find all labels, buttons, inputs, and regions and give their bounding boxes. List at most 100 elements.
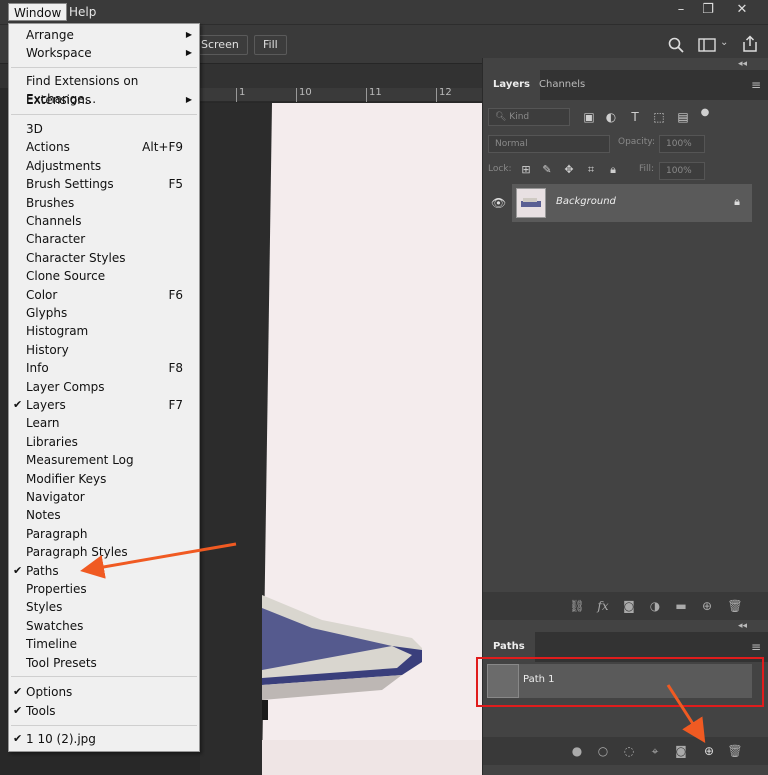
group-folder-icon[interactable]: ▬ (673, 598, 689, 614)
trash-icon[interactable]: 🗑︎ (727, 743, 743, 759)
load-selection-icon[interactable]: ◌ (621, 743, 637, 759)
menu-item-find-extensions[interactable]: Find Extensions on Exchange... (9, 72, 199, 106)
menu-item-color[interactable]: Color F6 (9, 286, 199, 304)
blend-mode-select[interactable]: Normal (488, 135, 610, 153)
panel-menu-icon[interactable]: ≡ (751, 78, 761, 92)
type-filter-icon[interactable]: T (627, 109, 643, 125)
workspace-icon[interactable] (698, 38, 716, 52)
lock-artboard-icon[interactable]: ⌗ (583, 162, 599, 178)
menu-item-adjustments[interactable]: Adjustments (9, 157, 199, 175)
adjustment-layer-icon[interactable]: ◑ (647, 598, 663, 614)
layer-thumbnail (516, 188, 546, 218)
menu-item-paths[interactable]: ✔ Paths (9, 562, 199, 580)
menu-item-open-document[interactable]: ✔ 1 10 (2).jpg (9, 730, 199, 748)
lock-position-icon[interactable]: ✥ (561, 162, 577, 178)
layer-name: Background (556, 196, 616, 207)
kind-filter-dropdown[interactable]: 🔍︎ Kind (488, 108, 570, 126)
adjustment-filter-icon[interactable]: ◐ (603, 109, 619, 125)
lock-transparent-icon[interactable]: ⊞ (518, 162, 534, 178)
fill-path-icon[interactable]: ● (569, 743, 585, 759)
share-icon[interactable] (742, 35, 758, 53)
submenu-arrow-icon: ▶ (185, 30, 192, 39)
screen-button[interactable]: Screen (192, 35, 248, 55)
panel-menu-icon[interactable]: ≡ (751, 640, 761, 654)
menu-item-character[interactable]: Character (9, 230, 199, 248)
restore-button[interactable]: ❐ (694, 0, 722, 20)
menu-item-label: Arrange (26, 28, 74, 42)
menu-item-info[interactable]: Info F8 (9, 359, 199, 377)
collapse-panel-icon[interactable]: ◂◂ (738, 621, 747, 631)
menu-item-label: Glyphs (26, 306, 68, 320)
add-mask-icon[interactable]: ◙ (673, 743, 689, 759)
make-work-path-icon[interactable]: ⌖ (647, 743, 663, 759)
visibility-eye-icon[interactable]: 👁︎ (491, 196, 506, 210)
opacity-input[interactable]: 100% (659, 135, 705, 153)
menu-item-3d[interactable]: 3D (9, 120, 199, 138)
menu-item-label: Learn (26, 416, 60, 430)
menu-item-paragraph-styles[interactable]: Paragraph Styles (9, 543, 199, 561)
menu-separator (11, 676, 197, 677)
lock-image-icon[interactable]: ✎ (539, 162, 555, 178)
menu-item-layers[interactable]: ✔ Layers F7 (9, 396, 199, 414)
menu-item-learn[interactable]: Learn (9, 414, 199, 432)
shape-filter-icon[interactable]: ⬚ (651, 109, 667, 125)
menu-item-extensions[interactable]: Extensions ▶ (9, 91, 199, 109)
stroke-path-icon[interactable]: ○ (595, 743, 611, 759)
menu-item-libraries[interactable]: Libraries (9, 433, 199, 451)
menu-item-histogram[interactable]: Histogram (9, 322, 199, 340)
collapse-panel-icon[interactable]: ◂◂ (738, 59, 747, 69)
menu-item-swatches[interactable]: Swatches (9, 617, 199, 635)
menu-item-styles[interactable]: Styles (9, 598, 199, 616)
menu-item-label: Measurement Log (26, 453, 134, 467)
menu-item-brush-settings[interactable]: Brush Settings F5 (9, 175, 199, 193)
menu-item-timeline[interactable]: Timeline (9, 635, 199, 653)
smart-object-filter-icon[interactable]: ▤ (675, 109, 691, 125)
menu-item-history[interactable]: History (9, 341, 199, 359)
trash-icon[interactable]: 🗑︎ (727, 598, 743, 614)
menu-item-label: Layers (26, 398, 66, 412)
lock-all-icon[interactable]: 🔒︎ (605, 162, 621, 178)
add-mask-icon[interactable]: ◙ (621, 598, 637, 614)
minimize-button[interactable]: – (667, 0, 695, 20)
menu-window[interactable]: Window (8, 3, 68, 21)
menu-item-arrange[interactable]: Arrange ▶ (9, 26, 199, 44)
new-layer-icon[interactable]: ⊕ (699, 598, 715, 614)
menu-item-label: Paragraph (26, 527, 88, 541)
menu-help[interactable]: Help (64, 3, 101, 21)
fx-icon[interactable]: fx (595, 598, 611, 614)
chevron-down-icon[interactable]: ⌄ (720, 37, 728, 48)
menu-item-actions[interactable]: Actions Alt+F9 (9, 138, 199, 156)
menu-item-character-styles[interactable]: Character Styles (9, 249, 199, 267)
image-filter-icon[interactable]: ▣ (581, 109, 597, 125)
menu-item-brushes[interactable]: Brushes (9, 194, 199, 212)
submenu-arrow-icon: ▶ (185, 48, 192, 57)
menu-item-properties[interactable]: Properties (9, 580, 199, 598)
menu-item-tool-presets[interactable]: Tool Presets (9, 654, 199, 672)
menu-item-layer-comps[interactable]: Layer Comps (9, 378, 199, 396)
menu-item-paragraph[interactable]: Paragraph (9, 525, 199, 543)
tab-channels[interactable]: Channels (529, 70, 595, 100)
menu-item-workspace[interactable]: Workspace ▶ (9, 44, 199, 62)
menu-item-notes[interactable]: Notes (9, 506, 199, 524)
menu-item-tools[interactable]: ✔ Tools (9, 702, 199, 720)
fill-input[interactable]: 100% (659, 162, 705, 180)
menu-item-options[interactable]: ✔ Options (9, 683, 199, 701)
menu-item-modifier-keys[interactable]: Modifier Keys (9, 470, 199, 488)
opacity-label: Opacity: (618, 137, 655, 147)
menu-item-channels[interactable]: Channels (9, 212, 199, 230)
menu-item-navigator[interactable]: Navigator (9, 488, 199, 506)
horizontal-ruler: 1 10 11 12 (200, 88, 482, 102)
close-button[interactable]: ✕ (728, 0, 756, 20)
link-layers-icon[interactable]: ⛓ (569, 598, 585, 614)
new-path-icon[interactable]: ⊕ (701, 743, 717, 759)
fill-button[interactable]: Fill (254, 35, 287, 55)
menu-item-label: Extensions (26, 93, 92, 107)
menu-item-measurement-log[interactable]: Measurement Log (9, 451, 199, 469)
search-icon[interactable] (668, 37, 684, 53)
layer-row-background[interactable]: Background 🔒︎ (512, 184, 752, 222)
checkmark-icon: ✔ (13, 732, 23, 745)
menu-item-clone-source[interactable]: Clone Source (9, 267, 199, 285)
ruler-tick: 12 (436, 88, 452, 102)
filter-toggle-icon[interactable]: ● (697, 105, 713, 121)
menu-item-glyphs[interactable]: Glyphs (9, 304, 199, 322)
